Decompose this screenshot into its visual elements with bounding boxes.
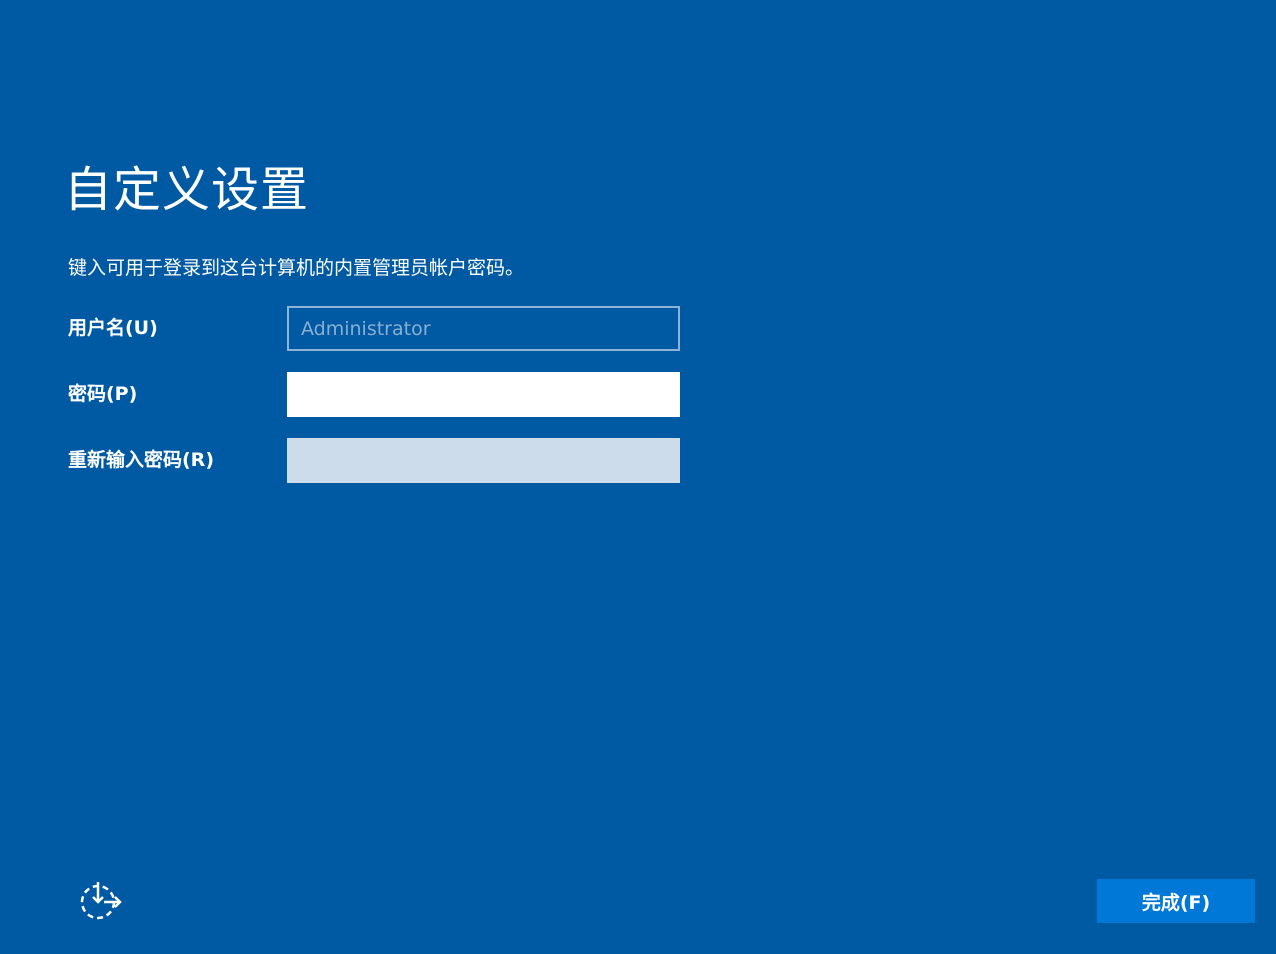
username-row: 用户名(U) bbox=[68, 306, 680, 351]
password-row: 密码(P) bbox=[68, 372, 680, 417]
reenter-password-row: 重新输入密码(R) bbox=[68, 438, 680, 483]
username-input[interactable] bbox=[287, 306, 680, 351]
instruction-text: 键入可用于登录到这台计算机的内置管理员帐户密码。 bbox=[68, 257, 525, 279]
finish-button[interactable]: 完成(F) bbox=[1097, 879, 1255, 923]
username-label: 用户名(U) bbox=[68, 317, 158, 339]
page-title: 自定义设置 bbox=[64, 162, 310, 218]
password-label: 密码(P) bbox=[68, 383, 138, 405]
password-input[interactable] bbox=[287, 372, 680, 417]
reenter-password-label: 重新输入密码(R) bbox=[68, 449, 214, 471]
ease-of-access-button[interactable] bbox=[74, 876, 124, 926]
ease-of-access-icon bbox=[80, 882, 122, 920]
reenter-password-input[interactable] bbox=[287, 438, 680, 483]
